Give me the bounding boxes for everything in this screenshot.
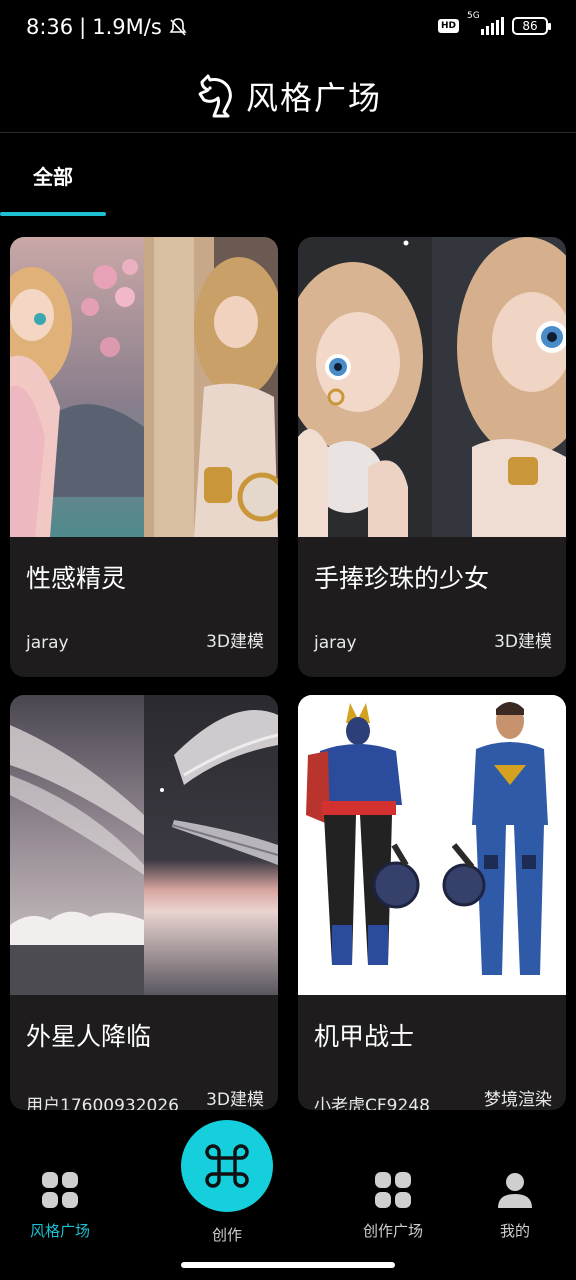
nav-label: 创作广场	[362, 1222, 423, 1240]
card-tag: 3D建模	[206, 1090, 264, 1110]
mech-warrior-image-right	[432, 695, 566, 995]
style-card[interactable]: 手捧珍珠的少女 jaray 3D建模	[298, 237, 566, 677]
status-bar: 8:36 | 1.9M/s HD 5G 86	[0, 0, 576, 56]
status-time: 8:36	[26, 15, 74, 39]
card-thumbnail	[10, 695, 278, 995]
horse-logo-icon	[198, 74, 232, 118]
status-left: 8:36 | 1.9M/s	[26, 15, 188, 39]
mech-warrior-image-left	[298, 695, 432, 995]
card-tag: 梦境渲染	[484, 1090, 552, 1110]
card-thumbnail	[298, 695, 566, 995]
card-thumbnail	[10, 237, 278, 537]
card-author: 小老虎CF9248	[314, 1096, 430, 1110]
pearl-girl-image-left	[298, 237, 432, 537]
elf-girl-image-right	[144, 237, 278, 537]
pearl-girl-image-right	[432, 237, 566, 537]
card-title: 性感精灵	[26, 564, 127, 593]
home-indicator[interactable]	[181, 1262, 395, 1268]
network-type: 5G	[467, 11, 480, 21]
card-title: 机甲战士	[314, 1022, 415, 1051]
create-label: 创作	[211, 1226, 242, 1244]
hd-badge: HD	[437, 19, 459, 33]
user-icon	[498, 1173, 532, 1208]
bottom-navigation: 风格广场 创作 创作广场 我的	[0, 1110, 576, 1280]
nav-label: 我的	[499, 1222, 530, 1240]
signal-icon: 5G	[467, 11, 504, 35]
tab-indicator	[0, 212, 106, 216]
nav-label: 风格广场	[29, 1222, 90, 1240]
card-author: jaray	[26, 633, 69, 653]
battery-icon: 86	[512, 17, 551, 35]
tab-all[interactable]: 全部	[0, 134, 106, 216]
card-title: 手捧珍珠的少女	[314, 564, 490, 593]
grid-icon	[42, 1172, 78, 1208]
nav-profile[interactable]: 我的	[460, 1170, 570, 1250]
category-tabs: 全部	[0, 134, 576, 216]
style-card[interactable]: 性感精灵 jaray 3D建模	[10, 237, 278, 677]
nav-creation-square[interactable]: 创作广场	[338, 1170, 448, 1250]
card-tag: 3D建模	[206, 632, 264, 652]
card-thumbnail	[298, 237, 566, 537]
alien-ship-image-right	[144, 695, 278, 995]
card-tag: 3D建模	[494, 632, 552, 652]
card-title: 外星人降临	[26, 1022, 152, 1051]
bell-muted-icon	[169, 18, 187, 36]
card-author: jaray	[314, 633, 357, 653]
alien-ship-image-left	[10, 695, 144, 995]
grid-icon	[375, 1172, 411, 1208]
tab-label: 全部	[33, 164, 73, 189]
app-header: 风格广场	[0, 60, 576, 132]
style-card[interactable]: 外星人降临 用户17600932026 3D建模	[10, 695, 278, 1110]
card-author: 用户17600932026	[26, 1096, 179, 1110]
status-right: HD 5G 86	[437, 11, 551, 35]
create-button[interactable]	[181, 1120, 273, 1212]
status-separator: |	[79, 15, 87, 39]
battery-level: 86	[522, 19, 538, 33]
page-title: 风格广场	[245, 79, 382, 117]
nav-style-square[interactable]: 风格广场	[5, 1170, 115, 1250]
style-card[interactable]: 机甲战士 小老虎CF9248 梦境渲染	[298, 695, 566, 1110]
header-divider	[0, 132, 576, 133]
elf-girl-image-left	[10, 237, 144, 537]
command-icon	[205, 1144, 249, 1188]
status-net-speed: 1.9M/s	[92, 15, 162, 39]
